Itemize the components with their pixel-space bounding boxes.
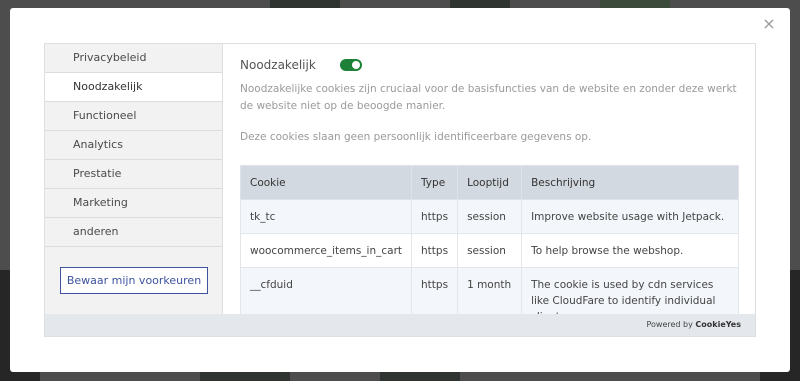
necessary-toggle[interactable]: [339, 59, 362, 71]
cookie-name-cell: __cfduid: [239, 267, 413, 316]
cookie-preferences-modal: × Privacybeleid Noodzakelijk Functioneel…: [10, 8, 790, 372]
cookie-description-cell: Improve website usage with Jetpack.: [521, 199, 739, 234]
cookie-duration-cell: session: [457, 233, 523, 268]
cookieyes-brand[interactable]: CookieYes: [695, 320, 741, 329]
section-note: Deze cookies slaan geen persoonlijk iden…: [240, 131, 592, 143]
cookie-description-cell: The cookie is used by cdn services like …: [521, 267, 739, 316]
sidebar-item-analytics[interactable]: Analytics: [45, 131, 222, 160]
sidebar-item-marketing[interactable]: Marketing: [45, 189, 222, 218]
category-content: Noodzakelijk Noodzakelijke cookies zijn …: [223, 44, 755, 316]
cookie-table: Cookie Type Looptijd Beschrijving tk_tc …: [239, 165, 739, 316]
save-preferences-button[interactable]: Bewaar mijn voorkeuren: [60, 267, 208, 294]
cookie-type-cell: https: [411, 199, 459, 234]
sidebar-item-prestatie[interactable]: Prestatie: [45, 160, 222, 189]
sidebar-item-noodzakelijk[interactable]: Noodzakelijk: [45, 73, 222, 102]
column-header-looptijd: Looptijd: [457, 165, 523, 200]
sidebar-item-anderen[interactable]: anderen: [45, 218, 222, 247]
powered-by-label: Powered by: [646, 320, 693, 329]
sidebar-item-privacybeleid[interactable]: Privacybeleid: [45, 44, 222, 73]
cookie-duration-cell: 1 month: [457, 267, 523, 316]
cookie-name-cell: tk_tc: [239, 199, 413, 234]
column-header-type: Type: [411, 165, 459, 200]
table-row: woocommerce_items_in_cart https session …: [239, 233, 739, 268]
category-sidebar: Privacybeleid Noodzakelijk Functioneel A…: [45, 44, 223, 316]
toggle-knob: [351, 61, 360, 69]
cookie-name-cell: woocommerce_items_in_cart: [239, 233, 413, 268]
cookie-description-cell: To help browse the webshop.: [521, 233, 739, 268]
close-icon[interactable]: ×: [761, 16, 777, 32]
table-row: tk_tc https session Improve website usag…: [239, 199, 739, 234]
section-header: Noodzakelijk: [240, 57, 739, 73]
background-image: [200, 372, 290, 381]
table-header-row: Cookie Type Looptijd Beschrijving: [239, 165, 739, 200]
sidebar-item-functioneel[interactable]: Functioneel: [45, 102, 222, 131]
powered-by-footer: Powered by CookieYes: [45, 314, 755, 336]
preferences-panel: Privacybeleid Noodzakelijk Functioneel A…: [44, 43, 756, 337]
section-description: Noodzakelijke cookies zijn cruciaal voor…: [240, 83, 737, 112]
cookie-type-cell: https: [411, 267, 459, 316]
column-header-cookie: Cookie: [239, 165, 413, 200]
cookie-duration-cell: session: [457, 199, 523, 234]
column-header-beschrijving: Beschrijving: [521, 165, 739, 200]
background-image: [380, 372, 460, 381]
cookie-type-cell: https: [411, 233, 459, 268]
table-row: __cfduid https 1 month The cookie is use…: [239, 267, 739, 316]
section-title: Noodzakelijk: [240, 58, 316, 72]
